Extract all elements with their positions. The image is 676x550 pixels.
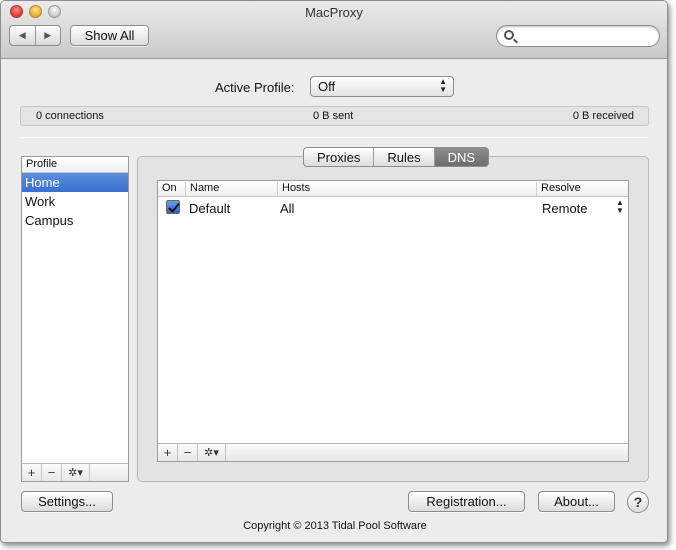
profile-item-campus[interactable]: Campus	[22, 211, 128, 230]
about-button[interactable]: About...	[538, 491, 615, 512]
window-title: MacProxy	[305, 5, 363, 20]
forward-button[interactable]: ▶	[34, 26, 61, 45]
help-button[interactable]: ?	[627, 491, 649, 513]
bytes-sent: 0 B sent	[313, 110, 354, 122]
profile-list-toolbar: + − ✲▾	[22, 463, 128, 481]
resolve-stepper-icon[interactable]: ▲ ▼	[616, 199, 624, 215]
profile-item-work[interactable]: Work	[22, 192, 128, 211]
dns-table-header: On Name Hosts Resolve	[158, 181, 628, 197]
profile-action-menu-button[interactable]: ✲▾	[62, 464, 90, 481]
back-forward-control: ◀ ▶	[9, 25, 61, 46]
profile-item-home[interactable]: Home	[22, 173, 128, 192]
remove-dns-rule-button[interactable]: −	[178, 444, 198, 461]
preferences-window: MacProxy ◀ ▶ Show All Active Profile: Of…	[0, 0, 668, 543]
tab-dns[interactable]: DNS	[433, 148, 489, 166]
dns-table: On Name Hosts Resolve Default All Remote…	[157, 180, 629, 462]
settings-button[interactable]: Settings...	[21, 491, 113, 512]
search-icon	[504, 30, 514, 40]
profile-list: Profile Home Work Campus + − ✲▾	[21, 156, 129, 482]
column-header-name[interactable]: Name	[185, 182, 277, 196]
connection-stats-bar: 0 connections 0 B sent 0 B received	[20, 106, 649, 126]
table-row[interactable]: Default All Remote ▲ ▼	[158, 198, 628, 218]
active-profile-value: Off	[318, 79, 336, 94]
dns-table-toolbar: + − ✲▾	[158, 443, 628, 461]
copyright-text: Copyright © 2013 Tidal Pool Software	[243, 520, 427, 532]
search-field[interactable]	[496, 25, 660, 47]
column-header-hosts[interactable]: Hosts	[277, 182, 537, 196]
add-dns-rule-button[interactable]: +	[158, 444, 178, 461]
back-button[interactable]: ◀	[10, 26, 35, 45]
tab-proxies[interactable]: Proxies	[304, 148, 373, 166]
search-input[interactable]	[519, 28, 651, 44]
back-arrow-icon: ◀	[18, 30, 26, 40]
title-bar: MacProxy ◀ ▶ Show All	[1, 1, 667, 59]
resolve-value[interactable]: Remote	[542, 201, 588, 216]
show-all-button[interactable]: Show All	[70, 25, 149, 46]
remove-profile-button[interactable]: −	[42, 464, 62, 481]
separator	[20, 137, 649, 138]
add-profile-button[interactable]: +	[22, 464, 42, 481]
popup-arrows-icon: ▲ ▼	[439, 77, 447, 94]
tab-rules[interactable]: Rules	[373, 148, 433, 166]
enabled-checkbox[interactable]	[166, 200, 180, 214]
active-profile-label: Active Profile:	[215, 80, 295, 95]
connections-count: 0 connections	[36, 110, 104, 122]
active-profile-popup[interactable]: Off ▲ ▼	[310, 76, 454, 97]
rule-name: Default	[189, 201, 231, 216]
bytes-received: 0 B received	[572, 110, 634, 122]
rule-hosts: All	[280, 201, 295, 216]
profile-column-header[interactable]: Profile	[22, 157, 128, 173]
forward-arrow-icon: ▶	[44, 30, 52, 40]
column-header-resolve[interactable]: Resolve	[536, 182, 629, 196]
column-header-on[interactable]: On	[158, 182, 185, 196]
tab-bar: Proxies Rules DNS	[303, 147, 490, 167]
dns-action-menu-button[interactable]: ✲▾	[198, 444, 226, 461]
registration-button[interactable]: Registration...	[408, 491, 525, 512]
